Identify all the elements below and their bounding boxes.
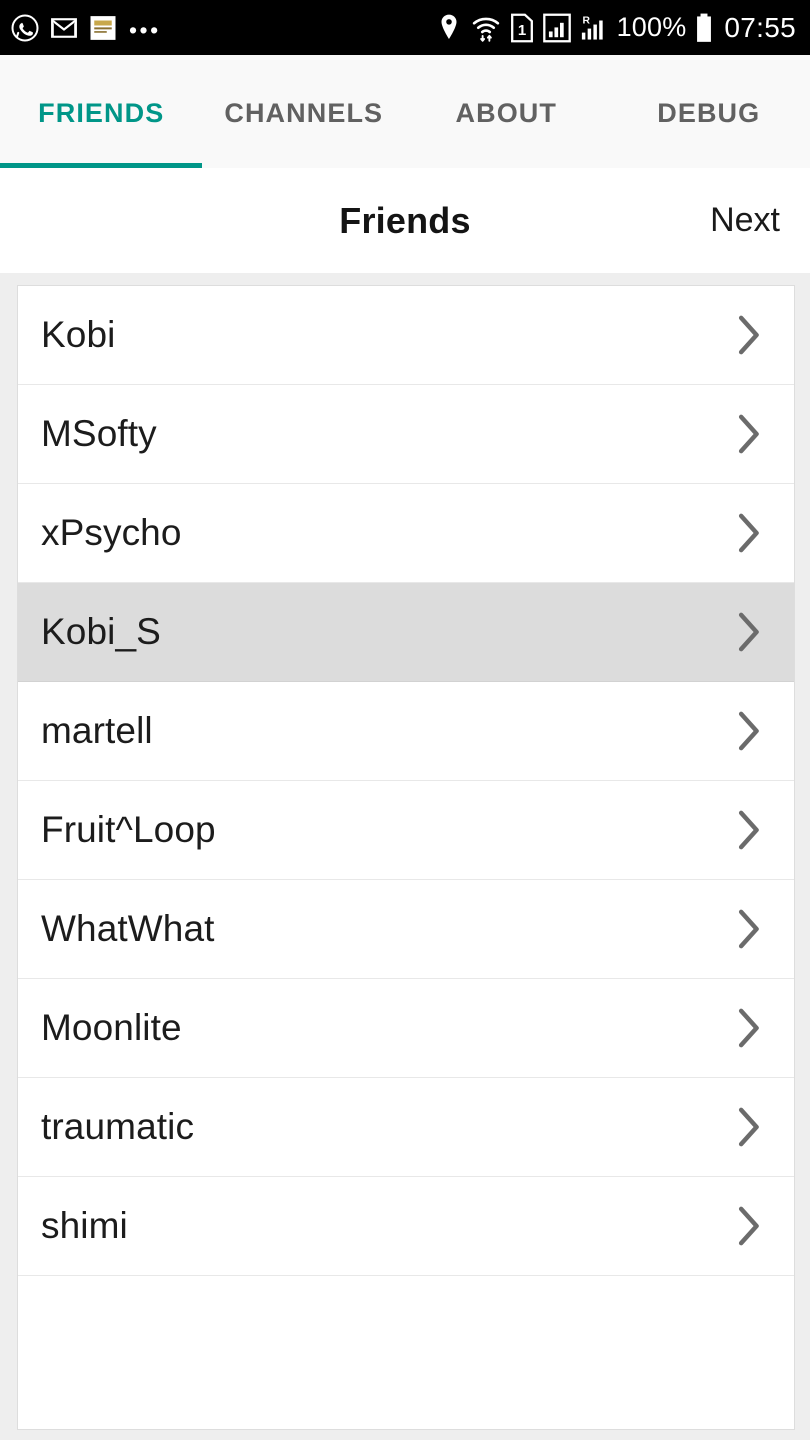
friend-row-kobi-s[interactable]: Kobi_S bbox=[18, 583, 794, 682]
chevron-right-icon[interactable] bbox=[712, 512, 784, 554]
friend-name: martell bbox=[41, 710, 153, 751]
gmail-icon bbox=[49, 13, 79, 43]
friend-name: traumatic bbox=[41, 1106, 195, 1147]
friend-name: WhatWhat bbox=[41, 908, 215, 949]
chevron-right-icon[interactable] bbox=[712, 1205, 784, 1247]
chevron-right-icon[interactable] bbox=[712, 908, 784, 950]
chevron-right-icon[interactable] bbox=[712, 1007, 784, 1049]
friend-row-kobi[interactable]: Kobi bbox=[18, 286, 794, 385]
friend-name: Fruit^Loop bbox=[41, 809, 216, 850]
battery-percent-label: 100% bbox=[616, 12, 687, 42]
friend-name: Kobi_S bbox=[41, 611, 161, 652]
notification-overflow-dots: ••• bbox=[129, 17, 161, 43]
friends-list-card: Kobi MSofty xPsycho Kobi_S martell Fruit… bbox=[17, 285, 795, 1430]
status-bar-notifications: ••• bbox=[10, 13, 161, 43]
location-pin-icon bbox=[436, 13, 462, 43]
chevron-right-icon[interactable] bbox=[712, 710, 784, 752]
friend-row-msofty[interactable]: MSofty bbox=[18, 385, 794, 484]
friends-list-container: Kobi MSofty xPsycho Kobi_S martell Fruit… bbox=[0, 273, 810, 1440]
clock-label: 07:55 bbox=[724, 11, 796, 43]
friend-name: shimi bbox=[41, 1205, 128, 1246]
roaming-signal-icon: R bbox=[580, 13, 608, 43]
news-app-icon bbox=[88, 13, 118, 43]
tab-bar: FRIENDS CHANNELS ABOUT DEBUG bbox=[0, 55, 810, 168]
next-button[interactable]: Next bbox=[710, 168, 810, 273]
friend-name: MSofty bbox=[41, 413, 157, 454]
chevron-right-icon[interactable] bbox=[712, 314, 784, 356]
friend-row-traumatic[interactable]: traumatic bbox=[18, 1078, 794, 1177]
wifi-icon bbox=[471, 13, 501, 43]
tab-debug[interactable]: DEBUG bbox=[608, 55, 810, 168]
svg-text:R: R bbox=[582, 15, 590, 26]
friend-name: xPsycho bbox=[41, 512, 182, 553]
chevron-right-icon[interactable] bbox=[712, 809, 784, 851]
tab-about[interactable]: ABOUT bbox=[405, 55, 608, 168]
battery-icon bbox=[695, 13, 713, 43]
friend-name: Kobi bbox=[41, 314, 116, 355]
status-bar: ••• 1 R 100% 07:55 bbox=[0, 0, 810, 55]
phone-screen: ••• 1 R 100% 07:55 FRIENDS CHANNELS ABOU… bbox=[0, 0, 810, 1440]
friend-row-whatwhat[interactable]: WhatWhat bbox=[18, 880, 794, 979]
friend-row-fruit-loop[interactable]: Fruit^Loop bbox=[18, 781, 794, 880]
sim-1-icon: 1 bbox=[510, 13, 534, 43]
chevron-right-icon[interactable] bbox=[712, 1106, 784, 1148]
friend-row-shimi[interactable]: shimi bbox=[18, 1177, 794, 1276]
chevron-right-icon[interactable] bbox=[712, 413, 784, 455]
friend-row-martell[interactable]: martell bbox=[18, 682, 794, 781]
signal-bars-icon bbox=[542, 13, 571, 43]
friend-name: Moonlite bbox=[41, 1007, 182, 1048]
whatsapp-icon bbox=[10, 13, 40, 43]
status-bar-system-icons: 1 R 100% 07:55 bbox=[436, 12, 796, 44]
screen-header: Friends Next bbox=[0, 168, 810, 273]
chevron-right-icon[interactable] bbox=[712, 611, 784, 653]
friend-row-moonlite[interactable]: Moonlite bbox=[18, 979, 794, 1078]
page-title: Friends bbox=[339, 199, 471, 241]
tab-channels[interactable]: CHANNELS bbox=[203, 55, 406, 168]
tab-friends[interactable]: FRIENDS bbox=[0, 55, 203, 168]
friend-row-xpsycho[interactable]: xPsycho bbox=[18, 484, 794, 583]
svg-text:1: 1 bbox=[517, 21, 525, 38]
